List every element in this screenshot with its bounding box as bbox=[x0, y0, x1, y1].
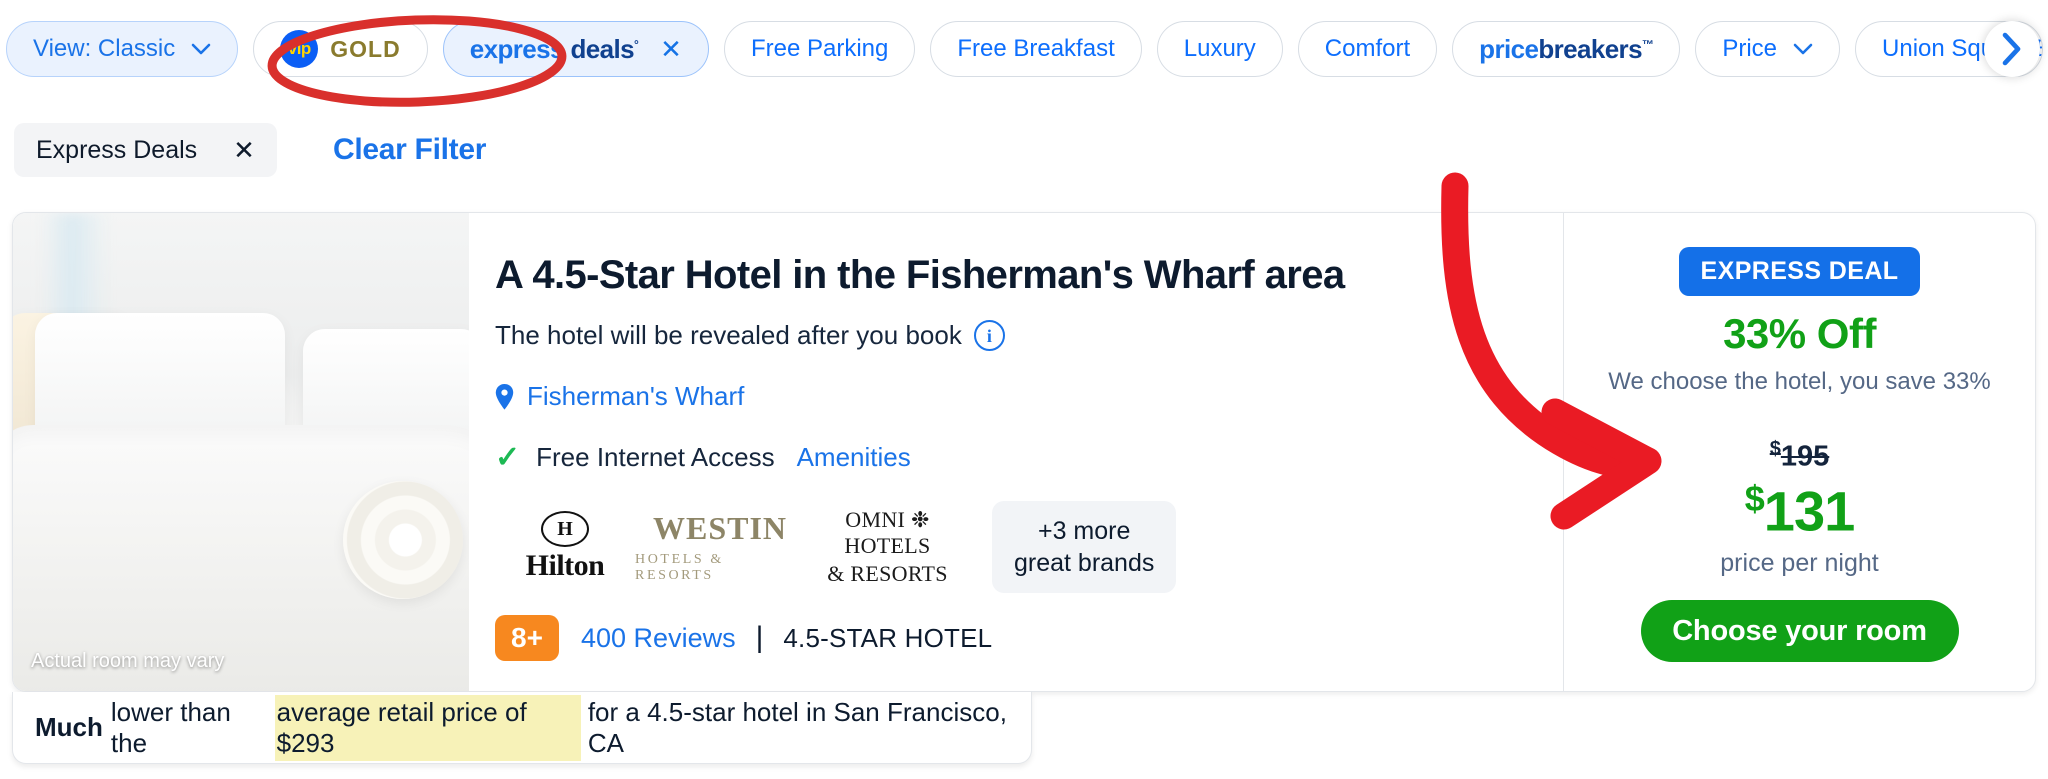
express-deal-badge: EXPRESS DEAL bbox=[1678, 247, 1921, 296]
filter-pill-free-parking[interactable]: Free Parking bbox=[723, 21, 916, 77]
check-icon: ✓ bbox=[495, 441, 521, 474]
brand-logo-hilton: H Hilton bbox=[495, 511, 635, 583]
more-brands-chip[interactable]: +3 more great brands bbox=[992, 501, 1177, 593]
filter-pill-price[interactable]: Price bbox=[1695, 21, 1841, 77]
current-price-value: 131 bbox=[1763, 479, 1855, 543]
clear-filter-button[interactable]: Clear Filter bbox=[333, 133, 486, 167]
filter-pill-luxury[interactable]: Luxury bbox=[1156, 21, 1283, 77]
amenities-link[interactable]: Amenities bbox=[797, 442, 911, 473]
filter-pill-view-classic[interactable]: View: Classic bbox=[6, 21, 239, 77]
hotel-card[interactable]: Actual room may vary A 4.5-Star Hotel in… bbox=[12, 212, 2036, 692]
choose-your-room-button[interactable]: Choose your room bbox=[1640, 600, 1959, 663]
more-brands-line1: +3 more bbox=[1037, 517, 1131, 545]
banner-highlight: average retail price of $293 bbox=[274, 694, 581, 761]
original-price: $195 bbox=[1770, 438, 1830, 474]
filter-pill-label: GOLD bbox=[330, 35, 401, 62]
rating-row: 8+ 400 Reviews | 4.5-STAR HOTEL bbox=[495, 615, 992, 661]
brand-name: Hilton bbox=[525, 549, 605, 582]
chevron-right-icon bbox=[2002, 32, 2021, 66]
price-panel: EXPRESS DEAL 33% Off We choose the hotel… bbox=[1563, 213, 2035, 691]
price-comparison-banner: Much lower than the average retail price… bbox=[12, 692, 1032, 764]
filter-pill-label: Luxury bbox=[1183, 35, 1256, 62]
review-score-badge: 8+ bbox=[495, 615, 559, 661]
filter-pill-label: Free Breakfast bbox=[957, 35, 1115, 62]
hotel-photo[interactable]: Actual room may vary bbox=[13, 213, 469, 691]
price-panel-subtitle: We choose the hotel, you save 33% bbox=[1608, 368, 1991, 395]
chevron-down-icon bbox=[1793, 43, 1813, 56]
filter-bar: View: Classic vip GOLD express deals° ✕ … bbox=[0, 0, 2048, 98]
hotel-details: A 4.5-Star Hotel in the Fisherman's Whar… bbox=[469, 213, 1563, 691]
brand-name: OMNI ❉ HOTELS bbox=[844, 507, 931, 558]
reviews-link[interactable]: 400 Reviews bbox=[581, 623, 736, 654]
star-class-label: 4.5-STAR HOTEL bbox=[783, 622, 993, 653]
banner-text-before: lower than the bbox=[110, 696, 231, 758]
photo-towel-detail bbox=[343, 481, 463, 599]
filter-pill-comfort[interactable]: Comfort bbox=[1297, 21, 1438, 77]
applied-filter-label: Express Deals bbox=[36, 135, 198, 164]
banner-text-after: for a 4.5-star hotel in San Francisco, C… bbox=[587, 696, 1007, 758]
filter-pill-pricebreakers[interactable]: pricebreakers™ bbox=[1452, 21, 1681, 77]
filter-pill-label: Free Parking bbox=[750, 35, 889, 62]
pricebreakers-logo: pricebreakers™ bbox=[1479, 33, 1654, 64]
amenity-label: Free Internet Access bbox=[536, 442, 775, 472]
price-per-night-label: price per night bbox=[1720, 549, 1879, 578]
brand-name: WESTIN bbox=[652, 510, 788, 546]
hotel-location-label: Fisherman's Wharf bbox=[527, 381, 745, 411]
original-price-value: 195 bbox=[1780, 440, 1830, 473]
filter-pill-label: View: Classic bbox=[33, 35, 176, 62]
brand-logo-omni: OMNI ❉ HOTELS & RESORTS bbox=[805, 507, 970, 586]
filter-bar-next-button[interactable] bbox=[1984, 21, 2040, 77]
filter-pill-free-breakfast[interactable]: Free Breakfast bbox=[930, 21, 1142, 77]
vip-icon: vip bbox=[280, 30, 319, 68]
banner-bold-prefix: Much bbox=[35, 712, 103, 742]
divider: | bbox=[755, 621, 764, 654]
hotel-location[interactable]: Fisherman's Wharf bbox=[495, 381, 1563, 412]
close-icon[interactable]: ✕ bbox=[233, 135, 255, 166]
currency-symbol: $ bbox=[1744, 477, 1765, 519]
chevron-down-icon bbox=[191, 43, 211, 56]
filter-pill-label: Comfort bbox=[1324, 35, 1411, 62]
brand-logo-row: H Hilton WESTIN HOTELS & RESORTS OMNI ❉ … bbox=[495, 501, 1563, 593]
map-pin-icon bbox=[495, 383, 514, 410]
hotel-title: A 4.5-Star Hotel in the Fisherman's Whar… bbox=[495, 253, 1345, 297]
percent-off: 33% Off bbox=[1723, 310, 1876, 357]
more-brands-line2: great brands bbox=[1014, 549, 1155, 577]
reveal-notice-text: The hotel will be revealed after you boo… bbox=[495, 320, 962, 350]
applied-filters-row: Express Deals ✕ Clear Filter bbox=[0, 120, 2048, 180]
filter-pill-vip-gold[interactable]: vip GOLD bbox=[253, 21, 428, 77]
currency-symbol: $ bbox=[1769, 438, 1781, 460]
reveal-notice: The hotel will be revealed after you boo… bbox=[495, 320, 1563, 351]
filter-pill-express-deals[interactable]: express deals° ✕ bbox=[442, 21, 709, 77]
info-icon[interactable]: i bbox=[973, 320, 1005, 351]
express-deals-logo: express deals° bbox=[469, 33, 639, 64]
close-icon[interactable]: ✕ bbox=[660, 36, 682, 62]
filter-pill-label: Price bbox=[1722, 35, 1778, 62]
brand-name-line2: & RESORTS bbox=[827, 561, 948, 586]
current-price: $131 bbox=[1744, 477, 1855, 544]
hilton-mark-icon: H bbox=[541, 511, 589, 547]
brand-tagline: HOTELS & RESORTS bbox=[635, 552, 724, 583]
amenity-row: ✓ Free Internet Access Amenities bbox=[495, 440, 1563, 475]
brand-logo-westin: WESTIN HOTELS & RESORTS bbox=[635, 510, 805, 583]
applied-filter-chip-express-deals[interactable]: Express Deals ✕ bbox=[14, 123, 277, 177]
photo-caption: Actual room may vary bbox=[31, 650, 225, 672]
